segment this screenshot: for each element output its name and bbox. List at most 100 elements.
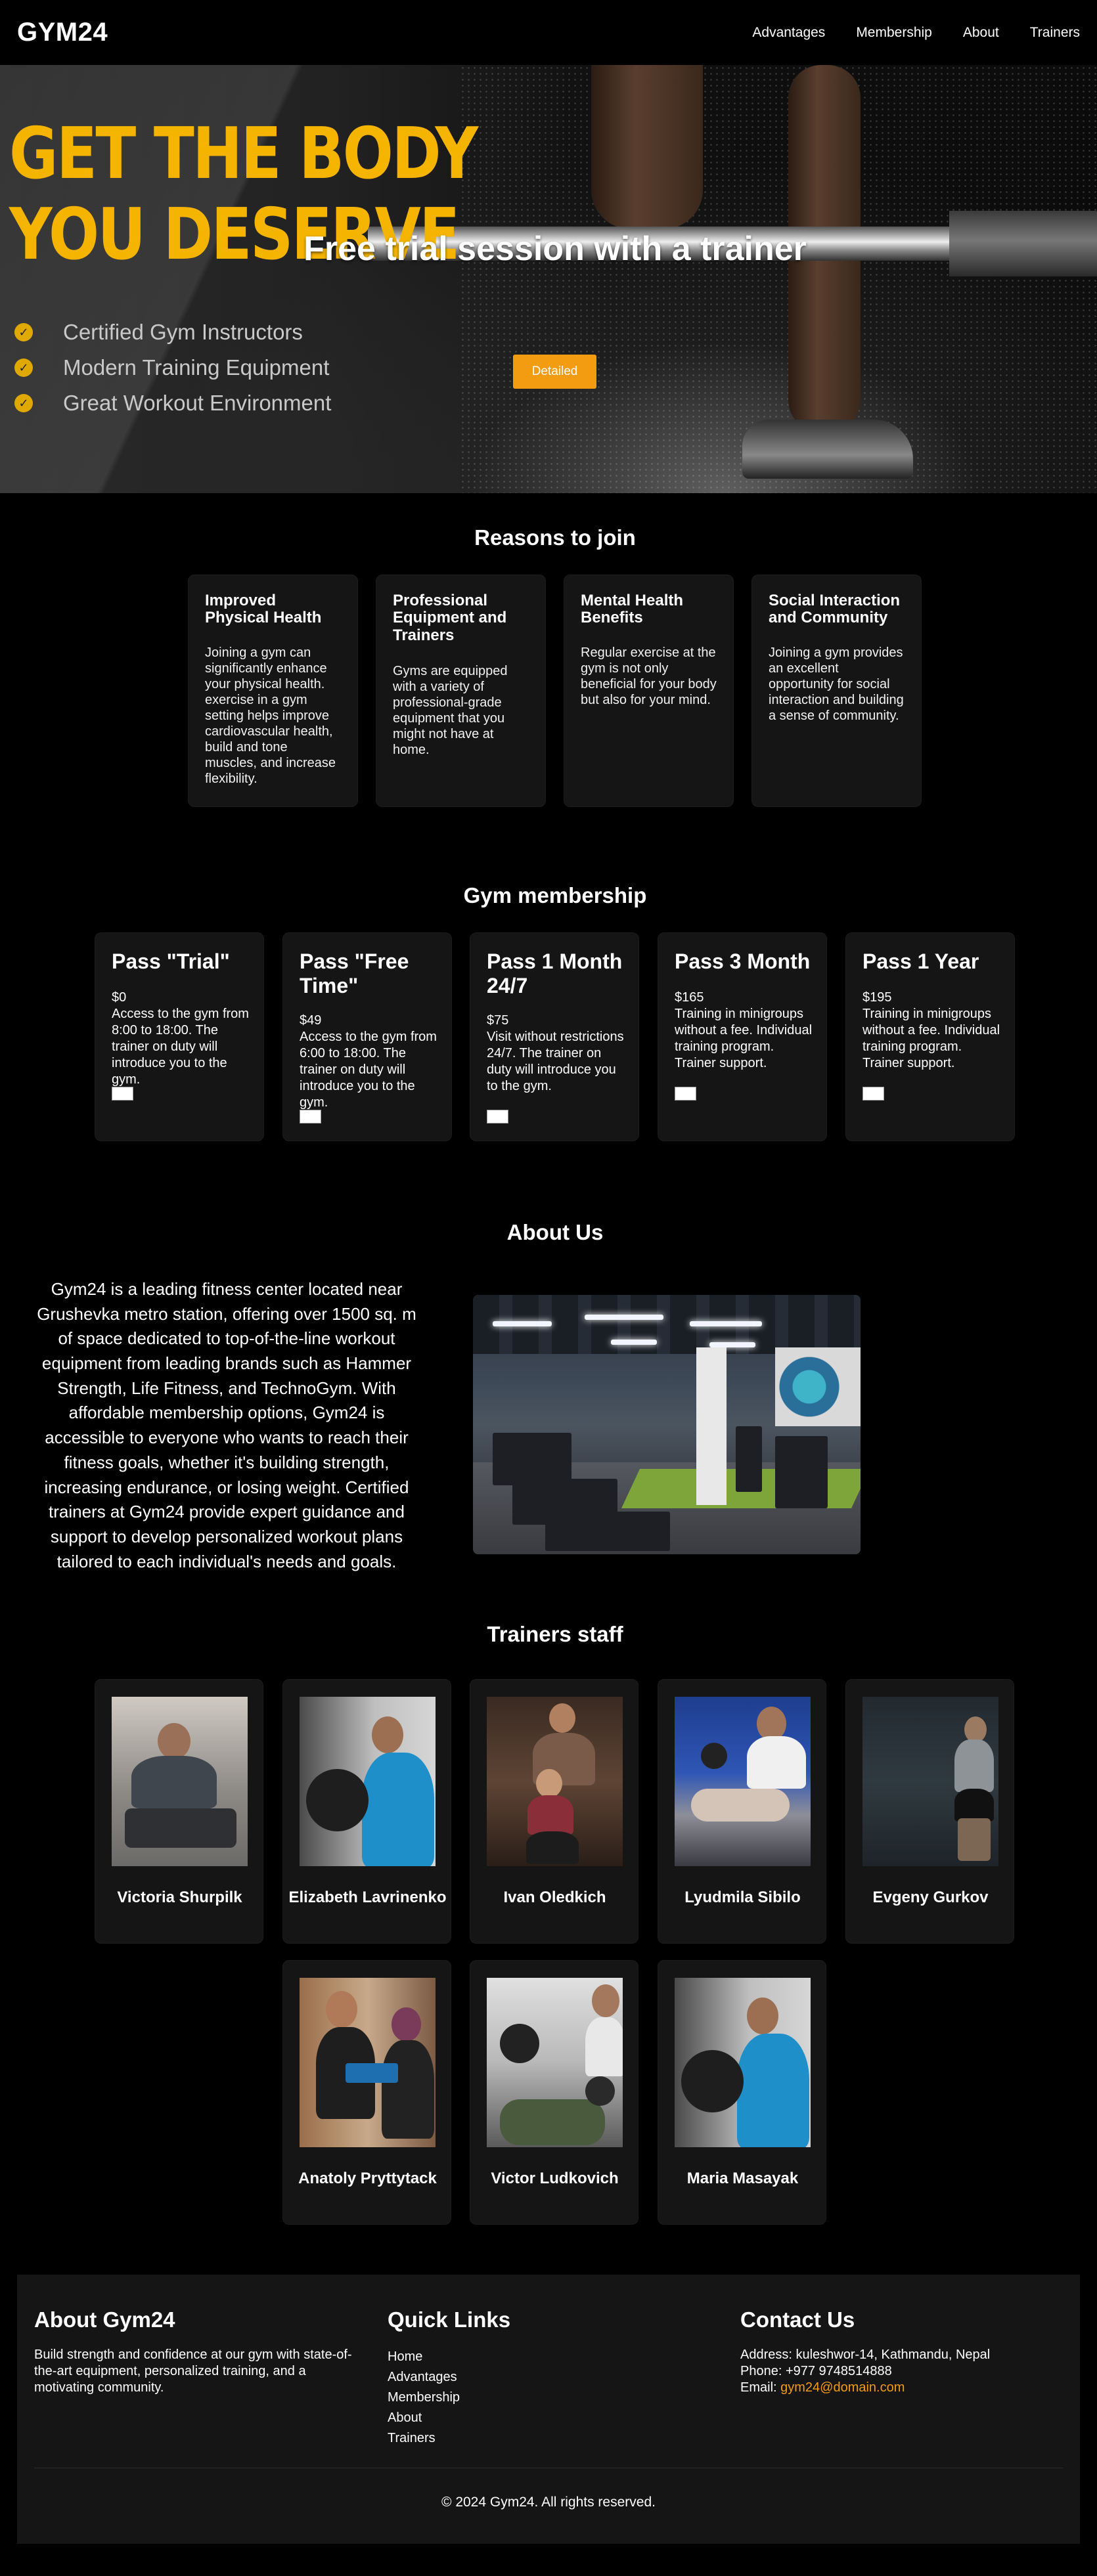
detailed-button[interactable]: Detailed — [513, 355, 596, 389]
reason-card-title: Professional Equipment and Trainers — [393, 592, 507, 644]
reason-card-text: Joining a gym provides an excellent oppo… — [769, 645, 904, 723]
weight-machine — [736, 1426, 762, 1492]
reason-card-title: Social Interaction and Community — [769, 592, 901, 627]
pass-select-button[interactable] — [112, 1087, 133, 1101]
pass-description: Access to the gym from 8:00 to 18:00. Th… — [112, 1007, 249, 1087]
nav-link-membership[interactable]: Membership — [856, 25, 932, 41]
pass-description: Training in minigroups without a fee. In… — [862, 1007, 1000, 1070]
ceiling-light — [493, 1321, 552, 1326]
trainer-name: Ivan Oledkich — [503, 1888, 606, 1906]
reason-card-text: Joining a gym can significantly enhance … — [205, 645, 336, 786]
pass-name: Pass 3 Month — [675, 950, 811, 973]
pass-details: $195 Training in minigroups without a fe… — [862, 990, 1004, 1072]
trainers-section-title: Trainers staff — [487, 1622, 623, 1646]
reason-card: Professional Equipment and Trainers Gyms… — [376, 575, 546, 807]
pass-select-button[interactable] — [487, 1110, 508, 1124]
pass-price: $49 — [300, 1013, 322, 1028]
check-circle-icon: ✓ — [14, 323, 33, 341]
footer-contact-title: Contact Us — [740, 2307, 855, 2332]
trainer-card[interactable]: Victor Ludkovich — [470, 1960, 638, 2225]
footer-link-home[interactable]: Home — [388, 2347, 716, 2367]
footer-links-title: Quick Links — [388, 2307, 511, 2332]
check-circle-icon: ✓ — [14, 359, 33, 377]
support-column — [696, 1347, 727, 1505]
footer-about-text: Build strength and confidence at our gym… — [34, 2347, 352, 2395]
hero-banner: GET THE BODY YOU DESERVE ✓ Certified Gym… — [0, 65, 1097, 493]
pass-price: $165 — [675, 990, 704, 1005]
footer-phone: Phone: +977 9748514888 — [740, 2364, 892, 2378]
reason-card-title: Improved Physical Health — [205, 592, 322, 627]
pass-card: Pass "Trial" $0 Access to the gym from 8… — [95, 932, 264, 1141]
checklist-text: Certified Gym Instructors — [63, 320, 303, 344]
reason-card: Social Interaction and Community Joining… — [751, 575, 922, 807]
pass-price: $75 — [487, 1013, 509, 1028]
trainer-name: Elizabeth Lavrinenko — [288, 1888, 447, 1906]
trainer-card[interactable]: Maria Masayak — [658, 1960, 826, 2225]
trainer-name: Victor Ludkovich — [491, 2170, 619, 2187]
pass-name: Pass 1 Year — [862, 950, 979, 973]
ceiling-light — [690, 1321, 762, 1326]
footer-link-advantages[interactable]: Advantages — [388, 2367, 716, 2388]
weight-machine — [775, 1436, 828, 1508]
pass-select-button[interactable] — [862, 1087, 884, 1101]
footer-link-about[interactable]: About — [388, 2408, 716, 2428]
checklist-item: ✓ Certified Gym Instructors — [14, 315, 331, 350]
trainer-card[interactable]: Lyudmila Sibilo — [658, 1679, 826, 1944]
site-logo[interactable]: GYM24 — [17, 18, 108, 47]
trainer-photo — [675, 1697, 811, 1866]
pass-card: Pass "Free Time" $49 Access to the gym f… — [282, 932, 452, 1141]
reason-card-text: Gyms are equipped with a variety of prof… — [393, 664, 508, 757]
footer-email-row: Email: gym24@domain.com — [740, 2380, 1069, 2396]
hero-hand-graphic — [591, 65, 703, 229]
trainer-name: Anatoly Pryttytack — [298, 2170, 437, 2187]
trainer-card[interactable]: Evgeny Gurkov — [845, 1679, 1014, 1944]
pass-card: Pass 1 Month 24/7 $75 Visit without rest… — [470, 932, 639, 1141]
treadmill — [545, 1512, 670, 1551]
pass-description: Training in minigroups without a fee. In… — [675, 1007, 813, 1070]
trainer-card[interactable]: Victoria Shurpilk — [95, 1679, 263, 1944]
reason-card-title: Mental Health Benefits — [581, 592, 684, 627]
pass-select-button[interactable] — [675, 1087, 696, 1101]
pass-card: Pass 3 Month $165 Training in minigroups… — [658, 932, 827, 1141]
nav-link-about[interactable]: About — [963, 25, 999, 41]
pass-details: $75 Visit without restrictions 24/7. The… — [487, 1013, 628, 1095]
trainer-photo — [675, 1978, 811, 2147]
pass-name: Pass "Trial" — [112, 950, 230, 973]
pass-price: $195 — [862, 990, 892, 1005]
hero-checklist: ✓ Certified Gym Instructors ✓ Modern Tra… — [14, 315, 331, 421]
footer-email-link[interactable]: gym24@domain.com — [780, 2380, 905, 2395]
trainer-photo — [487, 1697, 623, 1866]
reason-card: Mental Health Benefits Regular exercise … — [564, 575, 734, 807]
pass-select-button[interactable] — [300, 1110, 321, 1124]
about-section-title: About Us — [506, 1220, 604, 1244]
footer-address: Address: kuleshwor-14, Kathmandu, Nepal — [740, 2347, 991, 2362]
trainer-name: Lyudmila Sibilo — [684, 1888, 801, 1906]
pass-details: $49 Access to the gym from 6:00 to 18:00… — [300, 1013, 441, 1111]
trainer-card[interactable]: Ivan Oledkich — [470, 1679, 638, 1944]
checklist-item: ✓ Modern Training Equipment — [14, 350, 331, 385]
footer-link-trainers[interactable]: Trainers — [388, 2428, 716, 2449]
pass-description: Visit without restrictions 24/7. The tra… — [487, 1030, 624, 1093]
reason-card: Improved Physical Health Joining a gym c… — [188, 575, 358, 807]
about-description: Gym24 is a leading fitness center locate… — [37, 1279, 416, 1571]
checklist-text: Great Workout Environment — [63, 391, 332, 415]
trainer-card[interactable]: Anatoly Pryttytack — [282, 1960, 451, 2225]
pass-card: Pass 1 Year $195 Training in minigroups … — [845, 932, 1015, 1141]
pass-details: $0 Access to the gym from 8:00 to 18:00.… — [112, 990, 253, 1088]
nav-link-trainers[interactable]: Trainers — [1030, 25, 1080, 41]
trainer-photo — [300, 1697, 436, 1866]
trainer-photo — [112, 1697, 248, 1866]
trainer-photo — [862, 1697, 998, 1866]
trainer-card[interactable]: Elizabeth Lavrinenko — [282, 1679, 451, 1944]
trainer-name: Victoria Shurpilk — [117, 1888, 242, 1906]
ceiling-light — [585, 1315, 663, 1320]
nav-link-advantages[interactable]: Advantages — [752, 25, 825, 41]
footer-link-membership[interactable]: Membership — [388, 2388, 716, 2408]
footer-about-title: About Gym24 — [34, 2307, 175, 2332]
pass-details: $165 Training in minigroups without a fe… — [675, 990, 816, 1072]
ceiling-light — [611, 1340, 657, 1345]
nav-links: Advantages Membership About Trainers — [721, 25, 1080, 41]
site-footer: About Gym24 Build strength and confidenc… — [17, 2275, 1080, 2544]
check-circle-icon: ✓ — [14, 394, 33, 412]
footer-copyright: © 2024 Gym24. All rights reserved. — [441, 2495, 656, 2510]
